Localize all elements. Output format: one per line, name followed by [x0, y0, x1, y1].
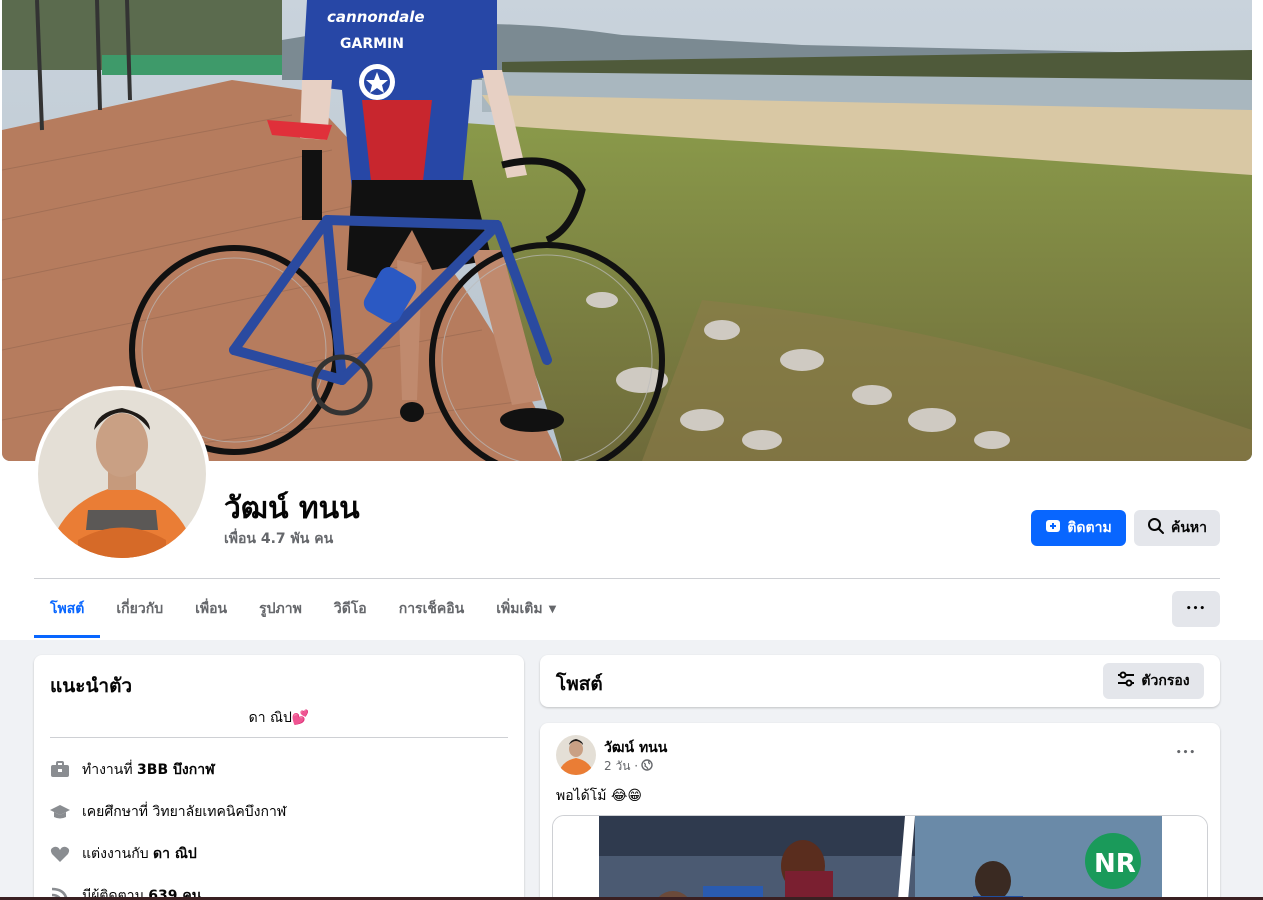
- more-options-button[interactable]: •••: [1172, 591, 1220, 627]
- search-icon: [1147, 517, 1165, 539]
- tab-label: เพิ่มเติม: [496, 601, 543, 617]
- jersey-text-1: cannondale: [327, 8, 425, 26]
- tab-label: การเช็คอิน: [398, 601, 465, 617]
- cover-photo[interactable]: cannondale GARMIN: [2, 0, 1252, 461]
- tab-label: รูปภาพ: [259, 601, 302, 617]
- tab-videos[interactable]: วิดีโอ: [318, 580, 383, 638]
- caret-down-icon: ▼: [548, 603, 557, 615]
- profile-tabs: โพสต์ เกี่ยวกับ เพื่อน รูปภาพ วิดีโอ การ…: [34, 580, 572, 638]
- intro-card: แนะนำตัว ดา ณิป💕 ทำงานที่ 3BB บึงกาฬ เคย…: [34, 655, 524, 900]
- posts-title: โพสต์: [556, 673, 603, 695]
- post-text: พอได้โม้ 😂😁: [556, 788, 642, 804]
- search-label: ค้นหา: [1170, 520, 1208, 536]
- intro-education: เคยศึกษาที่ วิทยาลัยเทคนิคบึงกาฬ: [50, 801, 286, 823]
- intro-relationship-prefix: แต่งงานกับ: [82, 846, 154, 862]
- post-author-name[interactable]: วัฒน์ ทนน: [604, 737, 667, 759]
- intro-divider: [50, 737, 508, 738]
- filter-button[interactable]: ตัวกรอง: [1103, 663, 1204, 699]
- friends-count[interactable]: เพื่อน 4.7 พัน คน: [224, 528, 333, 550]
- tab-label: โพสต์: [50, 601, 85, 617]
- globe-icon: [641, 759, 653, 774]
- heart-icon: [50, 844, 70, 864]
- tab-posts[interactable]: โพสต์: [34, 580, 101, 638]
- briefcase-icon: [50, 760, 70, 780]
- tab-photos[interactable]: รูปภาพ: [243, 580, 318, 638]
- tab-label: วิดีโอ: [333, 601, 367, 617]
- tab-about[interactable]: เกี่ยวกับ: [100, 580, 179, 638]
- jersey-text-2: GARMIN: [340, 36, 404, 52]
- post-author-avatar[interactable]: [556, 735, 596, 775]
- filter-label: ตัวกรอง: [1141, 673, 1190, 689]
- tab-more[interactable]: เพิ่มเติม ▼: [480, 580, 572, 638]
- intro-relationship-partner[interactable]: ดา ณิป: [153, 846, 197, 862]
- intro-education-prefix: เคยศึกษาที่: [82, 804, 153, 820]
- post-meta: 2 วัน ·: [604, 757, 653, 776]
- post-options-button[interactable]: •••: [1168, 739, 1204, 767]
- follow-icon: [1045, 518, 1061, 538]
- more-dots-icon: •••: [1185, 604, 1207, 614]
- more-dots-icon: •••: [1175, 748, 1197, 758]
- tab-friends[interactable]: เพื่อน: [179, 580, 243, 638]
- header-divider: [34, 578, 1220, 579]
- tab-label: เกี่ยวกับ: [116, 601, 164, 617]
- post-card: วัฒน์ ทนน 2 วัน · ••• พอได้โม้ 😂😁 NR: [540, 723, 1220, 900]
- intro-title: แนะนำตัว: [50, 675, 133, 697]
- intro-work: ทำงานที่ 3BB บึงกาฬ: [50, 759, 215, 781]
- graduation-cap-icon: [50, 802, 70, 822]
- search-button[interactable]: ค้นหา: [1134, 510, 1220, 546]
- follow-label: ติดตาม: [1067, 520, 1112, 536]
- intro-bio: ดา ณิป💕: [248, 710, 310, 726]
- intro-education-school[interactable]: วิทยาลัยเทคนิคบึงกาฬ: [153, 804, 287, 820]
- profile-name: วัฒน์ ทนน: [224, 491, 360, 526]
- post-media[interactable]: NR: [552, 815, 1208, 900]
- follow-button[interactable]: ติดตาม: [1031, 510, 1126, 546]
- profile-avatar[interactable]: [34, 386, 210, 562]
- intro-relationship: แต่งงานกับ ดา ณิป: [50, 843, 197, 865]
- intro-work-prefix: ทำงานที่: [82, 762, 138, 778]
- intro-work-place[interactable]: 3BB บึงกาฬ: [137, 762, 215, 778]
- posts-header-card: โพสต์ ตัวกรอง: [540, 655, 1220, 707]
- post-time[interactable]: 2 วัน ·: [604, 757, 638, 776]
- tab-label: เพื่อน: [195, 601, 228, 617]
- media-logo-text: NR: [1094, 849, 1136, 879]
- filter-icon: [1117, 671, 1135, 691]
- tab-checkins[interactable]: การเช็คอิน: [383, 580, 481, 638]
